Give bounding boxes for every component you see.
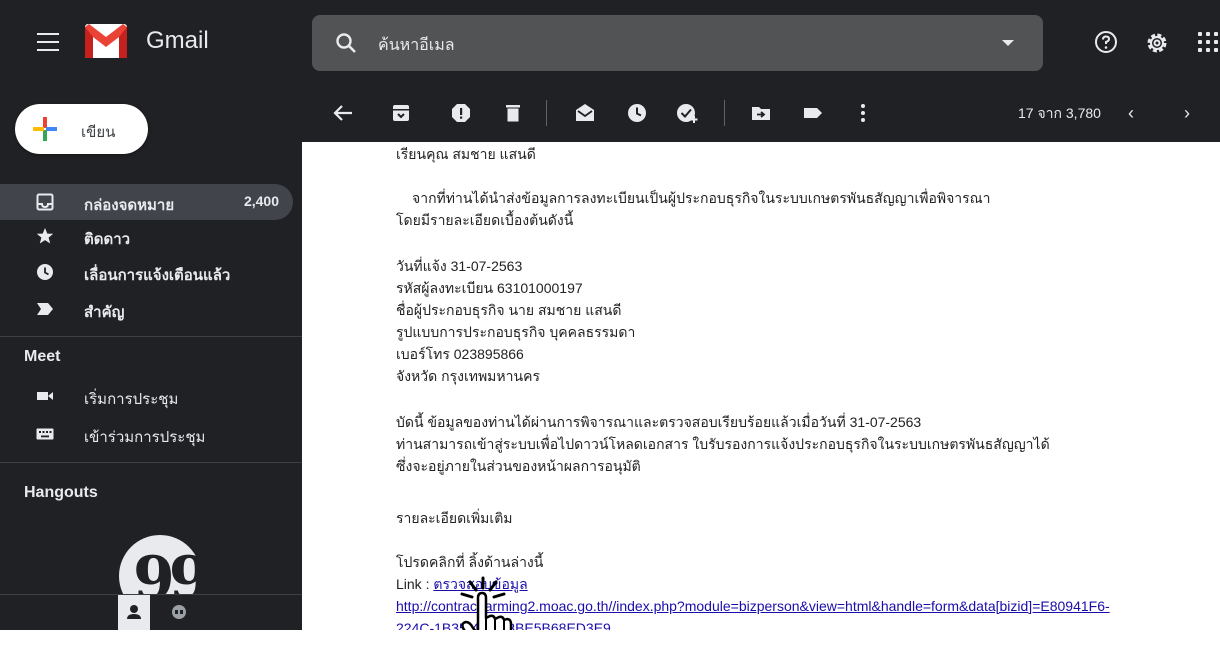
email-paragraph: โดยมีรายละเอียดเบื้องต้นดังนี้ (396, 212, 574, 228)
video-camera-icon (37, 392, 53, 400)
sidebar-item-label: สำคัญ (84, 304, 125, 321)
sidebar-item-label: เริ่มการประชุม (84, 391, 179, 408)
add-to-tasks-icon[interactable] (676, 102, 698, 124)
hangouts-bottom-bar (0, 594, 302, 631)
email-paragraph: ท่านสามารถเข้าสู่ระบบเพื่อไปดาวน์โหลดเอก… (396, 436, 1050, 452)
compose-label: เขียน (81, 124, 116, 141)
top-bar: Gmail ค้นหาอีเมล (0, 0, 1220, 84)
sidebar-item-important[interactable]: สำคัญ (0, 291, 293, 327)
sidebar-item-starred[interactable]: ติดดาว (0, 218, 293, 254)
toolbar-separator (724, 100, 725, 126)
email-detail-name: ชื่อผู้ประกอบธุรกิจ นาย สมชาย แสนดี (396, 302, 622, 318)
hangouts-section-title: Hangouts (24, 484, 98, 501)
sidebar-item-label: เลื่อนการแจ้งเตือนแล้ว (84, 267, 231, 284)
email-detail-business-type: รูปแบบการประกอบธุรกิจ บุคคลธรรมดา (396, 324, 636, 340)
sidebar-item-label: เข้าร่วมการประชุม (84, 429, 206, 446)
message-toolbar: 17 จาก 3,780 ‹ › (302, 84, 1220, 142)
back-arrow-icon[interactable] (332, 102, 354, 124)
delete-trash-icon[interactable] (502, 102, 524, 124)
sidebar-item-snoozed[interactable]: เลื่อนการแจ้งเตือนแล้ว (0, 254, 293, 290)
inbox-icon (36, 193, 54, 211)
help-circle-icon[interactable] (1094, 30, 1118, 54)
hand-pointer-cursor-icon (460, 576, 513, 630)
email-paragraph: จากที่ท่านได้นำส่งข้อมูลการลงทะเบียนเป็น… (412, 190, 991, 206)
gmail-m-icon[interactable] (85, 24, 127, 58)
app-name: Gmail (146, 27, 209, 54)
more-vertical-icon[interactable] (852, 102, 874, 124)
hamburger-menu-icon[interactable] (37, 33, 59, 51)
email-body: เรียนคุณ สมชาย แสนดี จากที่ท่านได้นำส่งข… (302, 142, 1220, 630)
search-input[interactable]: ค้นหาอีเมล (378, 33, 455, 58)
sidebar-divider (0, 336, 302, 337)
older-message-chevron-icon[interactable]: ‹ (1128, 103, 1134, 124)
newer-message-chevron-icon[interactable]: › (1184, 103, 1190, 124)
page-bottom-margin (0, 630, 1220, 650)
clock-icon (37, 264, 53, 280)
archive-icon[interactable] (390, 102, 412, 124)
star-icon (36, 228, 54, 244)
important-label-icon (37, 303, 53, 315)
sidebar: เขียน กล่องจดหมาย 2,400 ติดดาว เลื่อนการ… (0, 84, 302, 631)
email-paragraph: ซึ่งจะอยู่ภายในส่วนของหน้าผลการอนุมัติ (396, 458, 641, 474)
report-spam-icon[interactable] (450, 102, 472, 124)
sidebar-item-inbox[interactable]: กล่องจดหมาย 2,400 (0, 184, 293, 220)
search-options-caret-icon[interactable] (1002, 40, 1014, 46)
search-icon[interactable] (334, 31, 358, 55)
hangouts-chat-icon[interactable] (170, 604, 188, 622)
unread-count: 2,400 (243, 193, 279, 209)
email-detail-date: วันที่แจ้ง 31-07-2563 (396, 258, 523, 274)
keyboard-icon (36, 428, 54, 440)
sidebar-item-join-meeting[interactable]: เข้าร่วมการประชุม (0, 416, 293, 452)
pager-position: 17 จาก 3,780 (1018, 105, 1101, 121)
mark-unread-icon[interactable] (574, 102, 596, 124)
email-detail-phone: เบอร์โทร 023895866 (396, 346, 524, 362)
plus-icon (33, 117, 57, 141)
email-detail-reg-id: รหัสผู้ลงทะเบียน 63101000197 (396, 280, 583, 296)
apps-grid-icon[interactable] (1198, 32, 1220, 54)
snooze-clock-icon[interactable] (626, 102, 648, 124)
meet-section-title: Meet (24, 348, 61, 365)
toolbar-separator (546, 100, 547, 126)
contacts-tab[interactable] (118, 595, 150, 631)
search-box[interactable]: ค้นหาอีเมล (312, 15, 1043, 71)
email-more-details: รายละเอียดเพิ่มเติม (396, 510, 513, 526)
email-click-instruction: โปรดคลิกที่ ลิ้งด้านล่างนี้ (396, 554, 544, 570)
label-tag-icon[interactable] (802, 102, 824, 124)
email-paragraph: บัดนี้ ข้อมูลของท่านได้ผ่านการพิจารณาและ… (396, 414, 922, 430)
sidebar-item-label: กล่องจดหมาย (84, 197, 175, 214)
email-detail-province: จังหวัด กรุงเทพมหานคร (396, 368, 540, 384)
compose-button[interactable]: เขียน (15, 104, 148, 154)
person-icon (127, 605, 141, 619)
sidebar-divider (0, 462, 302, 463)
sidebar-item-new-meeting[interactable]: เริ่มการประชุม (0, 378, 293, 414)
email-greeting: เรียนคุณ สมชาย แสนดี (396, 146, 536, 162)
sidebar-item-label: ติดดาว (84, 231, 131, 248)
gear-icon[interactable] (1144, 30, 1170, 56)
move-to-folder-icon[interactable] (750, 102, 772, 124)
link-prefix: Link : (396, 576, 434, 592)
